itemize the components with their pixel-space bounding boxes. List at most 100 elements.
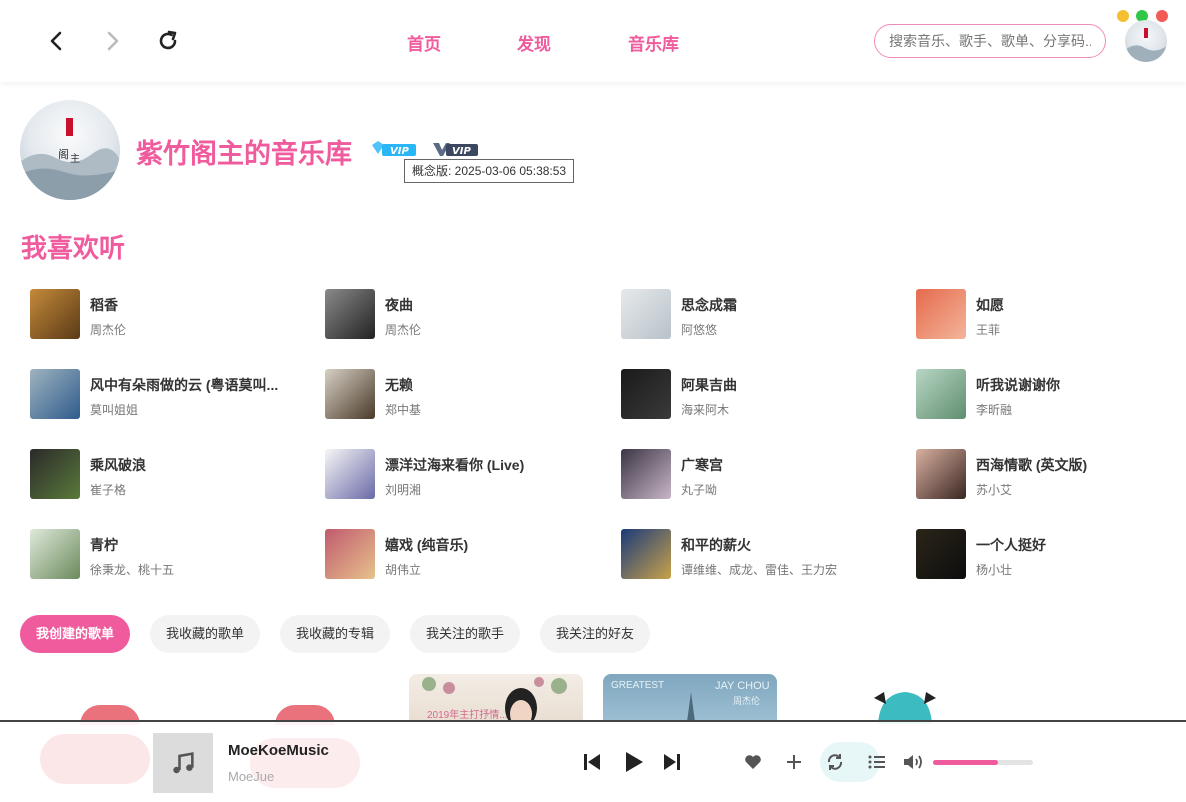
- profile-title: 紫竹阁主的音乐库: [136, 139, 352, 169]
- song-artist: 徐秉龙、桃十五: [90, 563, 175, 577]
- version-tooltip: 概念版: 2025-03-06 05:38:53: [404, 159, 575, 183]
- search-input[interactable]: [874, 24, 1106, 58]
- song-title: 和平的薪火: [681, 537, 751, 553]
- song-cover: [325, 289, 375, 339]
- tab-created-playlists[interactable]: 我创建的歌单: [20, 615, 130, 653]
- song-artist: 李昕融: [976, 403, 1013, 417]
- previous-button[interactable]: [580, 750, 604, 774]
- volume-slider-fill: [933, 760, 998, 765]
- song-artist: 周杰伦: [385, 323, 422, 337]
- song-title: 漂洋过海来看你 (Live): [385, 457, 525, 473]
- nav-home[interactable]: 首页: [407, 30, 441, 55]
- song-artist: 刘明湘: [385, 483, 422, 497]
- vip-badge-text: VIP: [390, 146, 409, 157]
- song-item[interactable]: 思念成霜 阿悠悠: [621, 289, 891, 341]
- song-title: 稻香: [90, 297, 118, 313]
- vip-badge-text: VIP: [452, 146, 471, 157]
- nav-discover[interactable]: 发现: [517, 30, 551, 55]
- song-cover: [30, 529, 80, 579]
- playlist-cover-text: GREATEST: [611, 680, 665, 691]
- song-item[interactable]: 如愿 王菲: [916, 289, 1186, 341]
- song-item[interactable]: 风中有朵雨做的云 (粤语莫叫... 莫叫姐姐: [30, 369, 300, 421]
- song-title: 听我说谢谢你: [976, 377, 1060, 393]
- forward-button[interactable]: [97, 26, 127, 56]
- svg-text:阁: 阁: [58, 147, 69, 161]
- play-button[interactable]: [620, 748, 648, 776]
- close-button[interactable]: [1156, 10, 1168, 22]
- song-cover: [30, 289, 80, 339]
- song-artist: 谭维维、成龙、雷佳、王力宏: [681, 563, 838, 577]
- song-title: 广寒宫: [681, 457, 723, 473]
- top-bar: 首页 发现 音乐库: [0, 0, 1186, 82]
- chevron-right-icon: [107, 31, 119, 51]
- volume-slider[interactable]: [933, 760, 1033, 765]
- song-item[interactable]: 和平的薪火谭维维、成龙、雷佳、王力宏: [621, 529, 891, 581]
- tab-followed-friends[interactable]: 我关注的好友: [540, 615, 650, 653]
- song-title: 阿果吉曲: [681, 377, 737, 393]
- song-cover: [325, 449, 375, 499]
- song-cover: [325, 529, 375, 579]
- add-to-playlist-button[interactable]: [784, 752, 804, 772]
- music-note-icon: [173, 752, 194, 774]
- song-cover: [30, 449, 80, 499]
- song-item[interactable]: 广寒宫 丸子呦: [621, 449, 891, 501]
- tab-followed-artists[interactable]: 我关注的歌手: [410, 615, 520, 653]
- song-item[interactable]: 阿果吉曲 海来阿木: [621, 369, 891, 421]
- plus-icon: [787, 755, 801, 769]
- song-title: 青柠: [90, 537, 118, 553]
- user-avatar[interactable]: [1125, 20, 1167, 62]
- track-cover[interactable]: [153, 733, 213, 793]
- like-button[interactable]: [742, 752, 764, 772]
- song-item[interactable]: 乘风破浪 崔子格: [30, 449, 300, 501]
- back-button[interactable]: [42, 26, 72, 56]
- playlist-cover-text: JAY CHOU: [715, 680, 770, 692]
- refresh-button[interactable]: [153, 26, 183, 56]
- song-title: 西海情歌 (英文版): [976, 457, 1088, 473]
- tab-collected-playlists[interactable]: 我收藏的歌单: [150, 615, 260, 653]
- song-item[interactable]: 西海情歌 (英文版) 苏小艾: [916, 449, 1186, 501]
- song-artist: 海来阿木: [681, 403, 730, 417]
- song-title: 乘风破浪: [90, 457, 146, 473]
- song-title: 一个人挺好: [976, 537, 1046, 553]
- song-cover: [621, 529, 671, 579]
- song-item[interactable]: 嬉戏 (纯音乐) 胡伟立: [325, 529, 595, 581]
- song-cover: [621, 449, 671, 499]
- playlist-cover[interactable]: GREATEST JAY CHOU 周杰伦: [603, 674, 777, 722]
- skip-next-icon: [664, 754, 680, 770]
- skip-previous-icon: [584, 754, 600, 770]
- repeat-button[interactable]: [825, 752, 845, 772]
- song-item[interactable]: 夜曲 周杰伦: [325, 289, 595, 341]
- playlist-queue-button[interactable]: [866, 752, 888, 772]
- song-item[interactable]: 漂洋过海来看你 (Live) 刘明湘: [325, 449, 595, 501]
- song-title: 风中有朵雨做的云 (粤语莫叫...: [90, 377, 279, 393]
- refresh-icon: [159, 30, 177, 50]
- song-item[interactable]: 无赖 郑中基: [325, 369, 595, 421]
- favorites-title: 我喜欢听: [21, 233, 126, 263]
- nav-library[interactable]: 音乐库: [628, 30, 679, 55]
- song-artist: 郑中基: [385, 403, 422, 417]
- song-item[interactable]: 青柠 徐秉龙、桃十五: [30, 529, 300, 581]
- playlist-cover-text: 2019年主打抒情...: [427, 710, 508, 721]
- song-cover: [916, 449, 966, 499]
- song-item[interactable]: 一个人挺好 杨小壮: [916, 529, 1186, 581]
- song-artist: 周杰伦: [90, 323, 127, 337]
- song-item[interactable]: 听我说谢谢你 李昕融: [916, 369, 1186, 421]
- track-title: MoeKoeMusic: [228, 742, 329, 759]
- song-cover: [916, 289, 966, 339]
- song-artist: 丸子呦: [681, 483, 718, 497]
- playlist-cover[interactable]: [870, 688, 940, 724]
- song-cover: [30, 369, 80, 419]
- list-icon: [868, 755, 885, 769]
- song-title: 无赖: [385, 377, 413, 393]
- play-icon: [626, 752, 643, 772]
- minimize-button[interactable]: [1117, 10, 1129, 22]
- song-artist: 莫叫姐姐: [90, 403, 139, 417]
- song-artist: 苏小艾: [976, 483, 1013, 497]
- song-title: 嬉戏 (纯音乐): [385, 537, 469, 553]
- playlist-cover[interactable]: 2019年主打抒情...: [409, 674, 583, 722]
- next-button[interactable]: [660, 750, 684, 774]
- volume-button[interactable]: [902, 752, 926, 772]
- tab-collected-albums[interactable]: 我收藏的专辑: [280, 615, 390, 653]
- vip-badge: VIP: [433, 143, 478, 157]
- song-item[interactable]: 稻香 周杰伦: [30, 289, 300, 341]
